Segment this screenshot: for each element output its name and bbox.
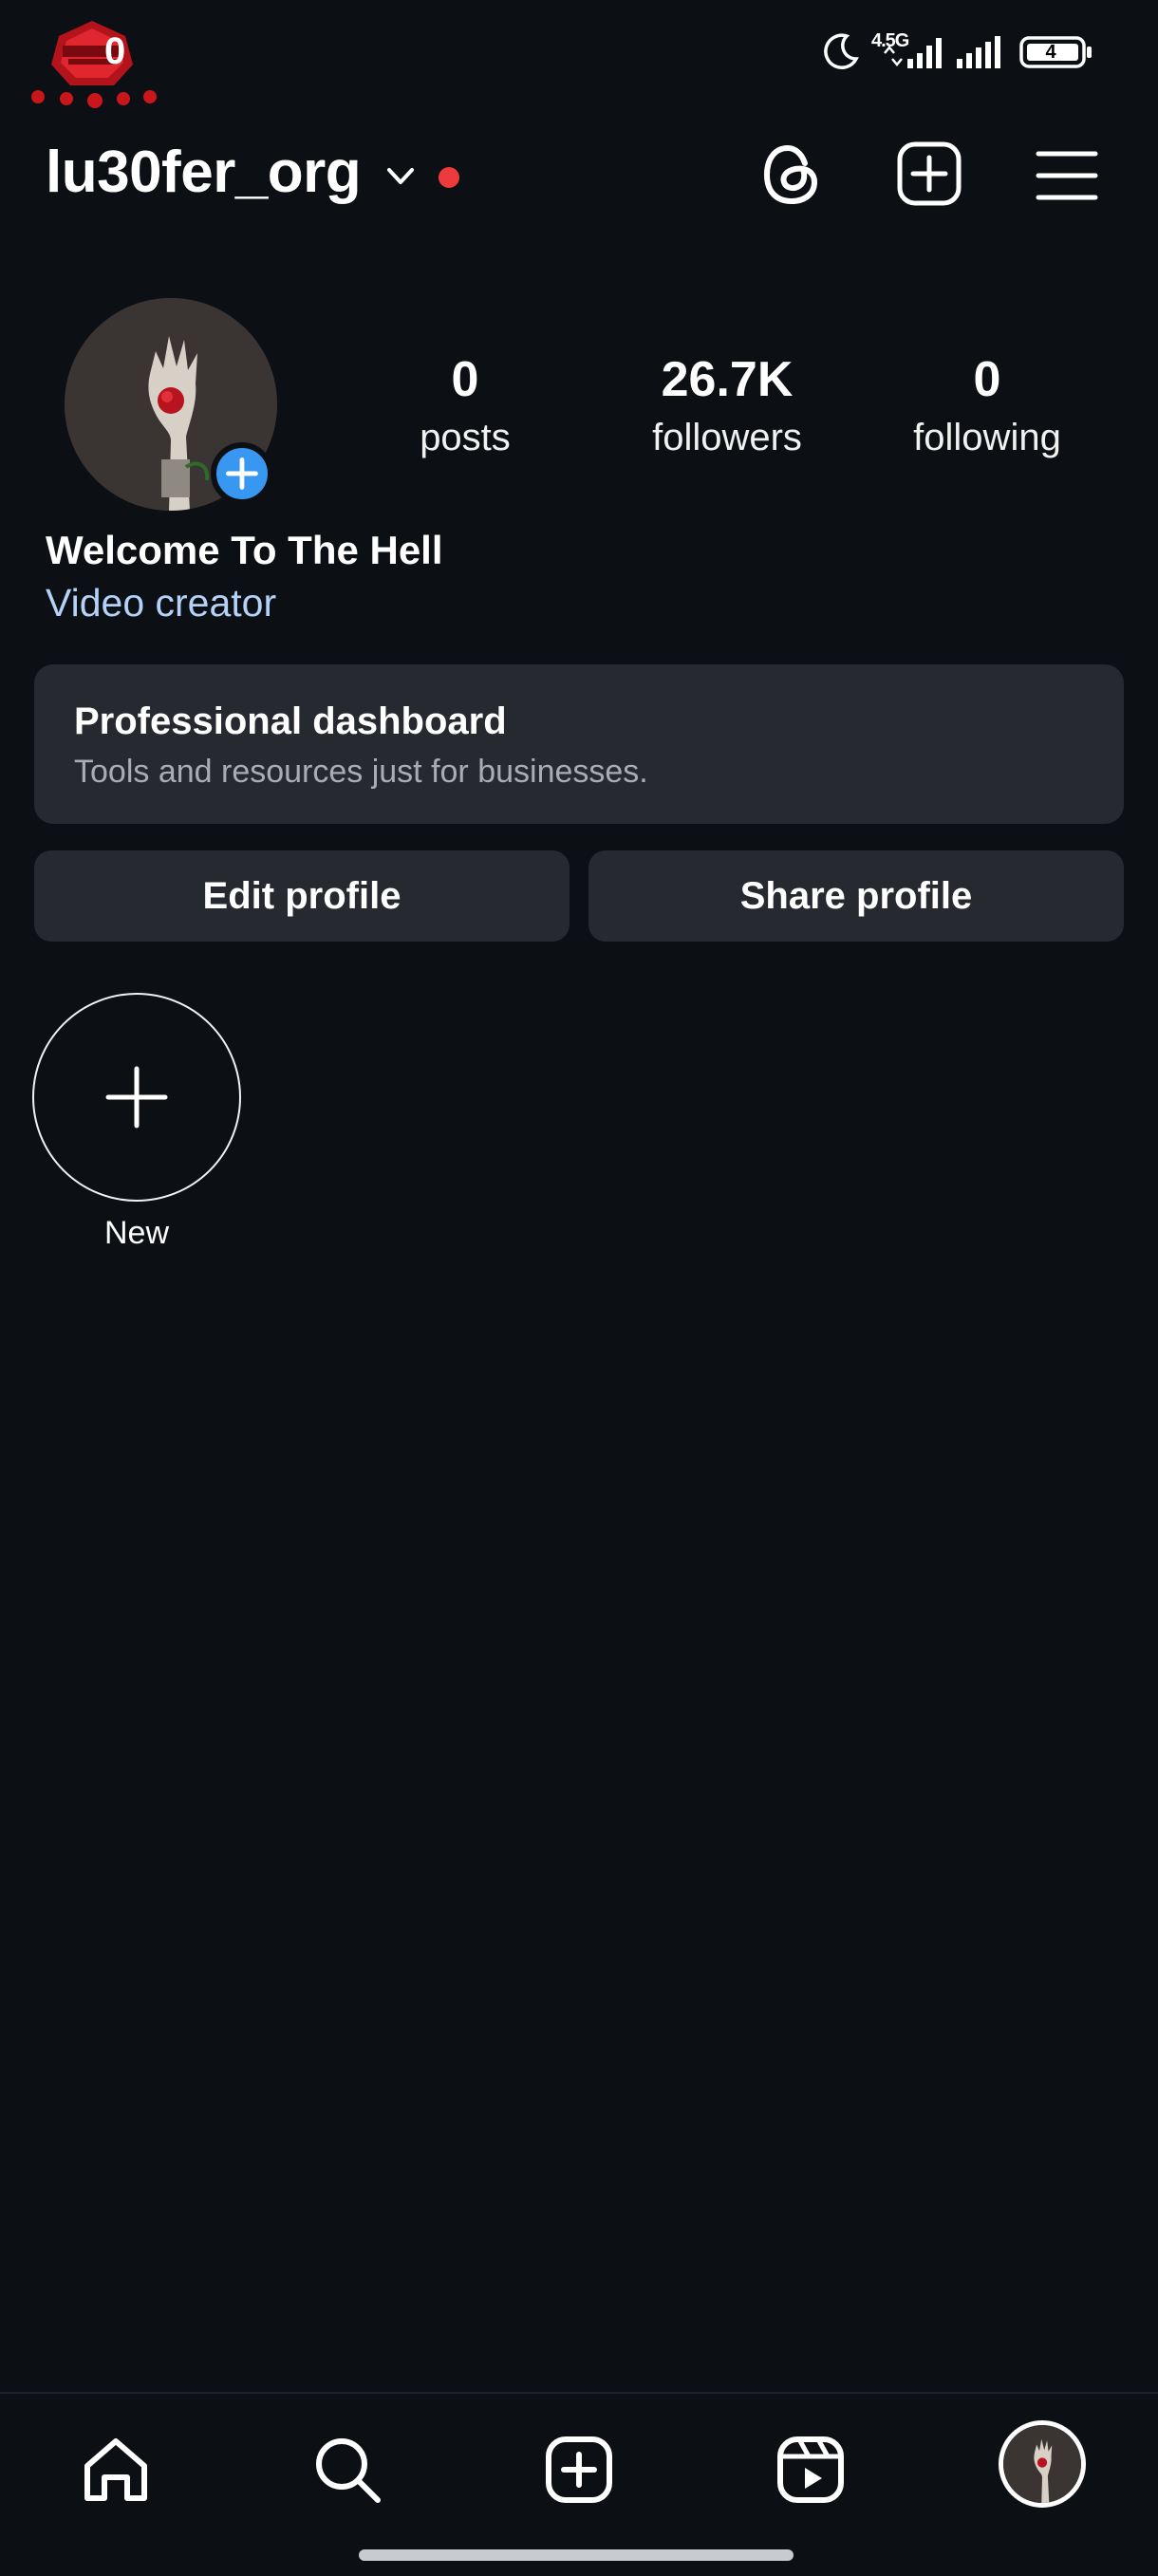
stat-followers[interactable]: 26.7K followers [613,351,841,461]
threads-icon[interactable] [759,140,824,209]
account-username[interactable]: lu30fer_org [46,139,362,206]
stat-following-label: following [913,417,1061,458]
plus-icon [105,1066,168,1129]
bottom-navigation [0,2392,1158,2576]
home-indicator[interactable] [359,2549,794,2561]
app-logo-badge-icon [31,21,157,108]
status-time: 0 [104,30,126,72]
dashboard-subtitle: Tools and resources just for businesses. [74,754,648,790]
stat-posts[interactable]: 0 posts [351,351,579,461]
battery-level: 4 [1045,42,1056,63]
status-bar: 0 4.5G 4 [0,0,1158,108]
dashboard-title: Professional dashboard [74,700,507,742]
new-highlight-label: New [103,1215,170,1251]
add-story-plus-icon[interactable] [211,442,273,505]
signal-strength-icon [884,38,942,68]
menu-icon[interactable] [1035,148,1099,203]
stat-following-count: 0 [973,352,1001,407]
nav-profile-avatar[interactable] [999,2420,1086,2508]
chevron-down-icon[interactable] [383,159,418,194]
edit-profile-button[interactable]: Edit profile [34,850,570,942]
reels-icon[interactable] [773,2432,849,2508]
stat-posts-label: posts [420,417,511,458]
share-profile-button[interactable]: Share profile [588,850,1124,942]
create-icon[interactable] [541,2432,617,2508]
professional-dashboard-card[interactable]: Professional dashboard Tools and resourc… [34,664,1124,824]
battery-icon: 4 [1019,36,1093,68]
stat-followers-label: followers [652,417,802,458]
notification-dot [439,167,459,188]
moon-icon [824,33,859,69]
stat-followers-count: 26.7K [661,352,794,407]
profile-display-name: Welcome To The Hell [46,528,443,572]
home-icon[interactable] [78,2432,154,2508]
search-icon[interactable] [309,2432,385,2508]
stat-posts-count: 0 [451,352,479,407]
new-highlight-button[interactable] [32,993,241,1202]
create-plus-icon[interactable] [896,140,962,207]
signal-strength-2-icon [957,36,1000,68]
profile-category[interactable]: Video creator [46,581,276,625]
stat-following[interactable]: 0 following [873,351,1101,461]
